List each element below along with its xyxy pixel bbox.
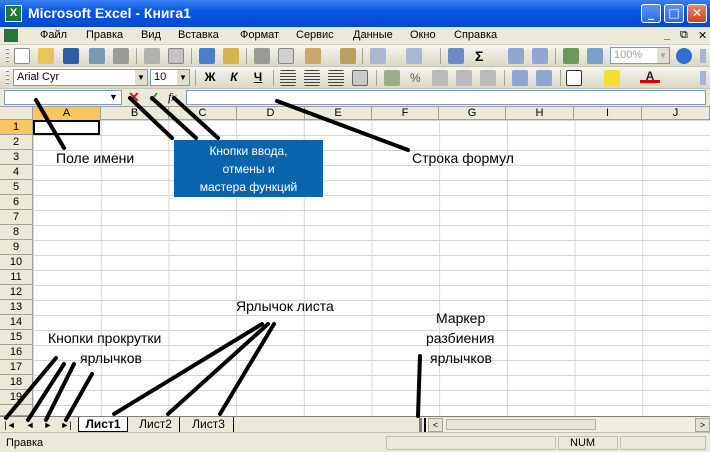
pointer-fx [172,96,220,140]
callout-line: мастера функций [199,180,298,194]
pointer-cancel [128,96,174,140]
callout-line: Кнопки ввода, [209,144,288,158]
annotation-split-marker: ярлычков [430,350,492,366]
annotation-sheet-tab: Ярлычок листа [236,298,334,314]
annotation-scroll-buttons: Кнопки прокрутки [48,330,162,346]
callout-input-buttons: Кнопки ввода, отмены и мастера функций [174,140,323,197]
pointer-sheet-tab-3 [218,322,276,416]
pointer-sheet-tab-2 [166,322,270,416]
annotation-scroll-buttons: ярлычков [80,350,142,366]
annotation-formula-bar: Строка формул [412,150,514,166]
pointer-nav-last [64,372,94,422]
pointer-name-box [34,98,66,150]
annotation-split-marker: Маркер [436,310,486,326]
callout-line: отмены и [222,162,275,176]
annotation-split-marker: разбиения [426,330,495,346]
annotation-name-field: Поле имени [56,150,135,166]
annotation-lines [4,96,422,422]
pointer-enter [150,96,198,140]
pointer-split-marker [416,354,422,418]
